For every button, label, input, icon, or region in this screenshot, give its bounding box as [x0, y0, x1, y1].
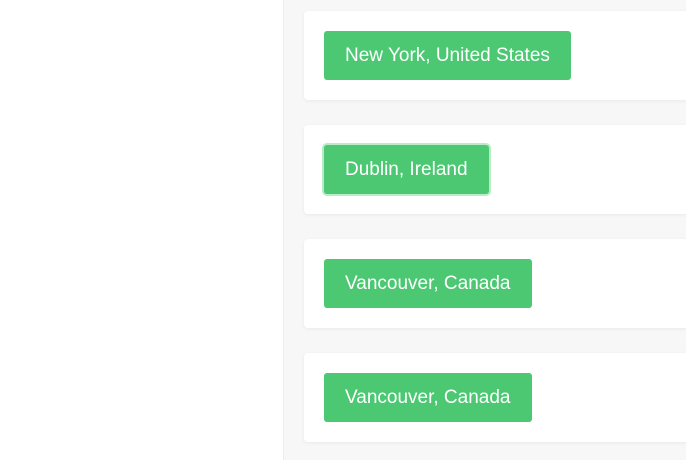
location-card: Vancouver, Canada	[304, 353, 686, 442]
left-panel	[0, 0, 284, 460]
app-layout: New York, United States Dublin, Ireland …	[0, 0, 686, 460]
location-list: New York, United States Dublin, Ireland …	[284, 0, 686, 460]
location-button-vancouver[interactable]: Vancouver, Canada	[324, 259, 532, 308]
location-button-new-york[interactable]: New York, United States	[324, 31, 571, 80]
location-button-dublin[interactable]: Dublin, Ireland	[324, 145, 489, 194]
location-button-vancouver[interactable]: Vancouver, Canada	[324, 373, 532, 422]
location-card: New York, United States	[304, 11, 686, 100]
location-card: Dublin, Ireland	[304, 125, 686, 214]
location-card: Vancouver, Canada	[304, 239, 686, 328]
